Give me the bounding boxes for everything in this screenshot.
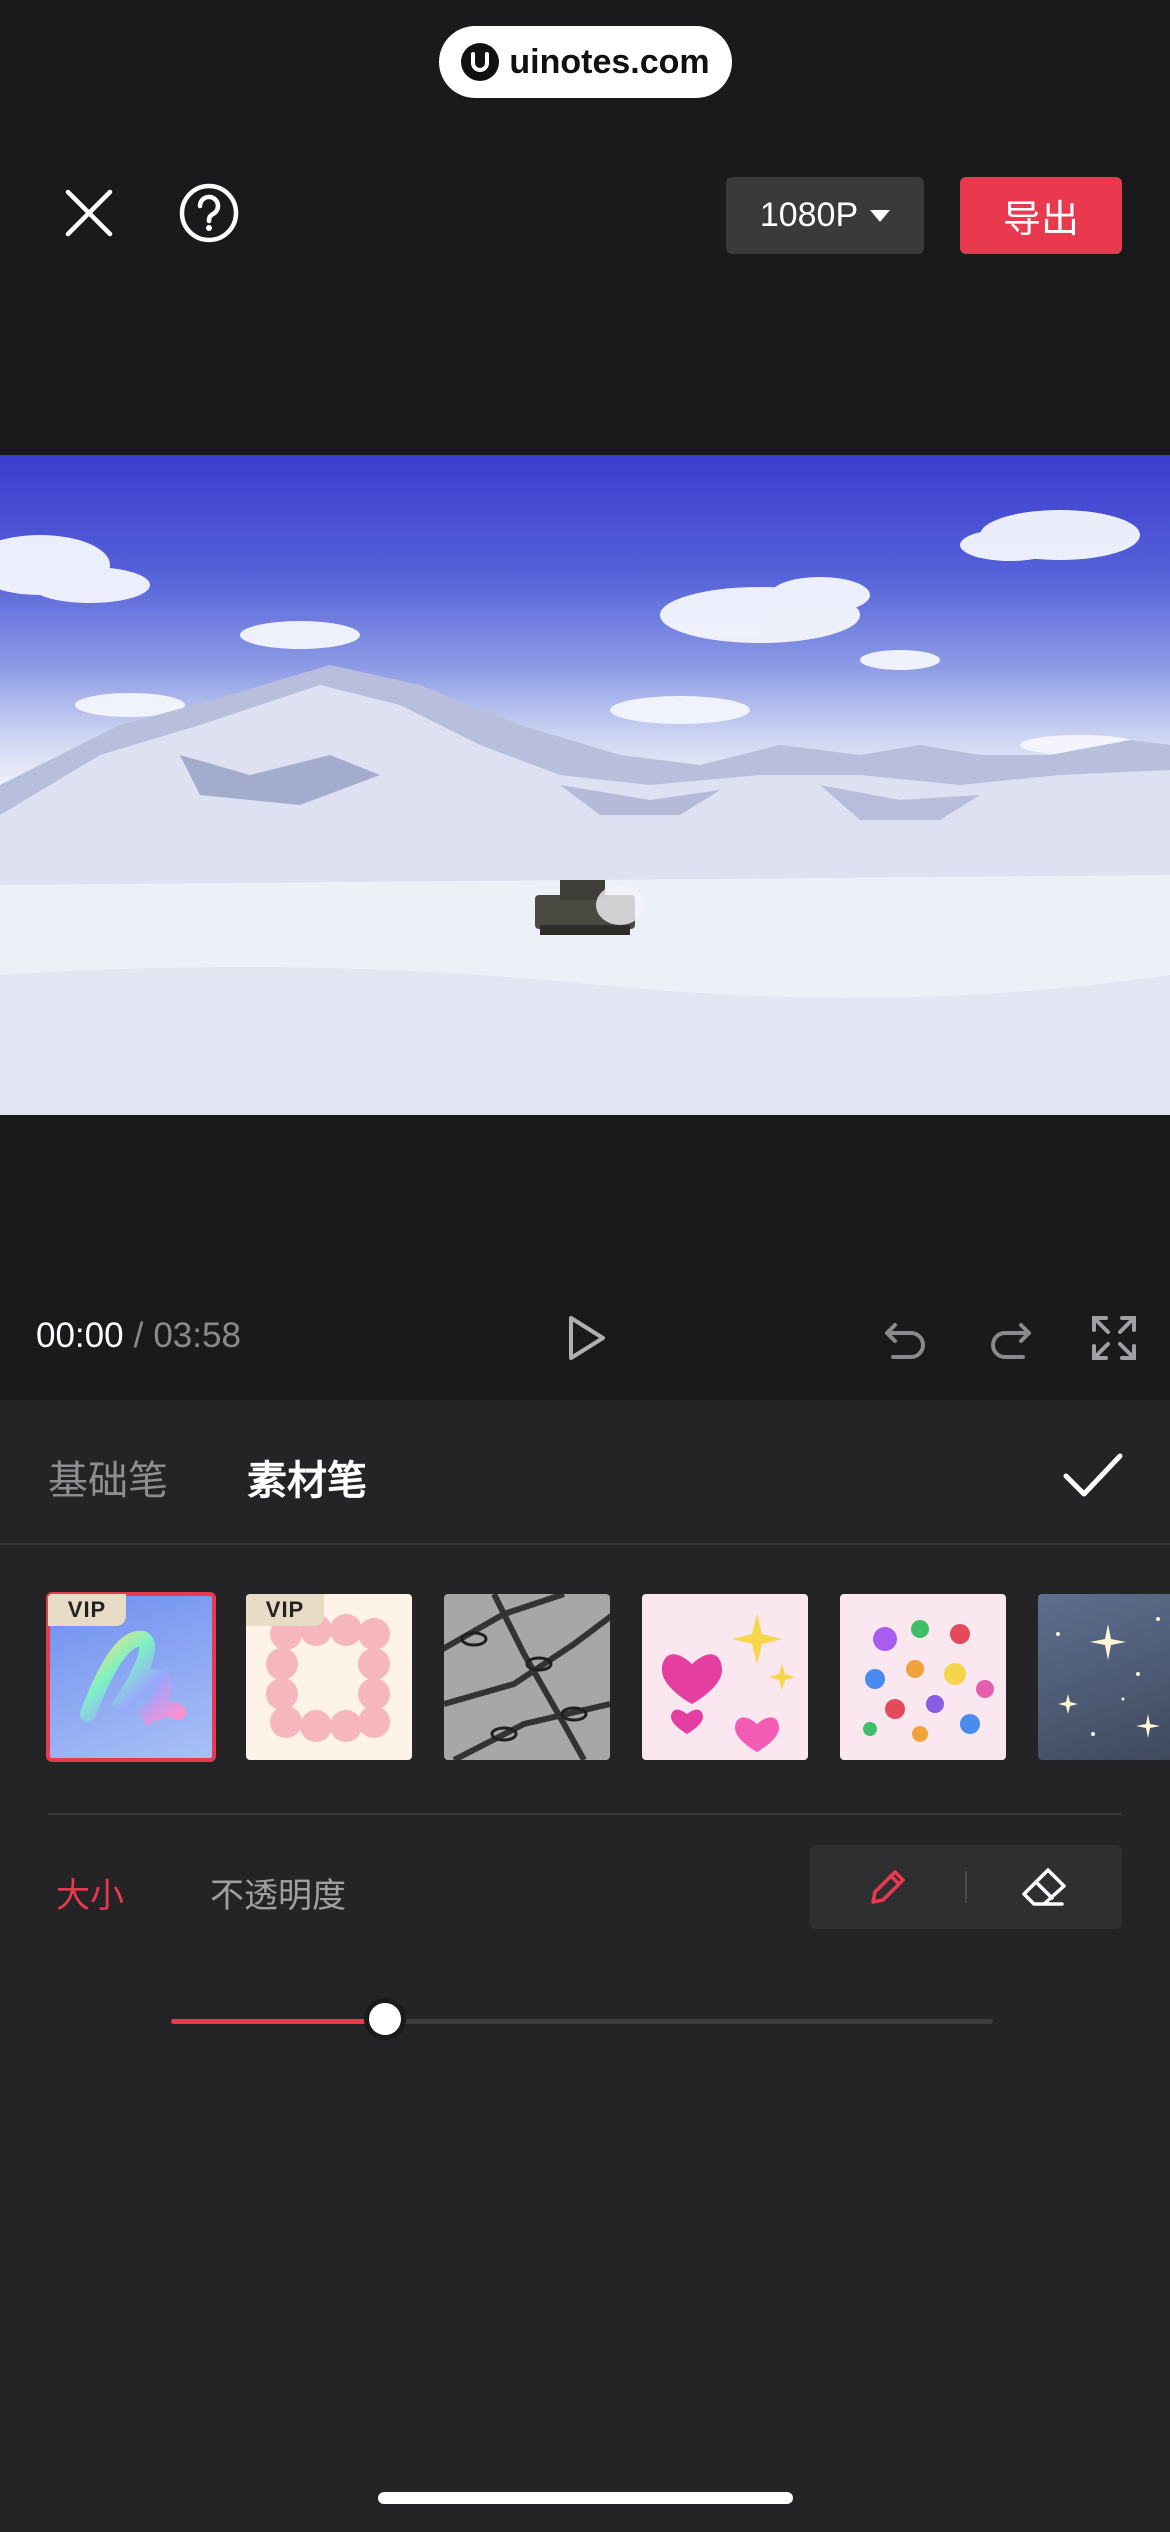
size-slider-fill [171,2019,385,2024]
redo-icon [991,1323,1031,1359]
draw-tool-toggle [810,1845,1122,1929]
material-item[interactable] [840,1594,1006,1760]
tab-basic-brush[interactable]: 基础笔 [48,1448,168,1506]
starry-glitter-icon [1056,1617,1160,1738]
material-item[interactable] [1038,1594,1170,1760]
emoji-confetti-icon [863,1620,994,1742]
help-button[interactable] [176,180,242,246]
eraser-icon [1022,1868,1067,1906]
material-item[interactable]: VIP [246,1594,412,1760]
uinotes-logo-icon [461,43,500,81]
video-frame-image [0,510,1170,1115]
watermark-text: uinotes.com [509,42,710,81]
checkmark-icon [1063,1453,1123,1497]
undo-button[interactable] [876,1308,936,1368]
redo-button[interactable] [980,1308,1040,1368]
watermark-badge: uinotes.com [439,26,732,98]
close-button[interactable] [56,180,122,246]
material-item[interactable] [444,1594,610,1760]
play-icon [569,1316,605,1360]
material-item[interactable] [642,1594,808,1760]
resolution-value: 1080P [759,196,859,234]
help-icon [179,183,239,243]
chevron-down-icon [870,209,891,222]
time-separator: / [133,1316,144,1355]
pen-tool-button[interactable] [810,1845,965,1929]
heart-sparkles-icon [662,1614,795,1752]
total-duration: 03:58 [153,1316,241,1355]
confirm-button[interactable] [1058,1440,1128,1510]
export-button[interactable]: 导出 [960,177,1122,254]
play-button[interactable] [556,1308,616,1368]
size-slider-handle[interactable] [363,1998,406,2040]
tab-material-brush[interactable]: 素材笔 [247,1448,367,1506]
fullscreen-icon [1092,1316,1136,1360]
panel-divider [0,1543,1170,1545]
eraser-tool-button[interactable] [967,1845,1122,1929]
home-indicator [378,2492,793,2504]
vip-badge: VIP [48,1594,126,1626]
thumbnail-divider [48,1813,1122,1815]
current-time: 00:00 [36,1316,124,1355]
pencil-icon [870,1870,905,1904]
chain-icon [444,1594,610,1760]
brush-panel [0,1400,1170,2532]
tab-opacity[interactable]: 不透明度 [210,1868,346,1917]
tab-size[interactable]: 大小 [56,1868,124,1917]
undo-icon [885,1323,925,1359]
fullscreen-button[interactable] [1084,1308,1144,1368]
material-item[interactable]: VIP [46,1592,216,1762]
resolution-dropdown[interactable]: 1080P [726,177,924,254]
vip-badge: VIP [246,1594,324,1626]
video-preview[interactable] [0,455,1170,1115]
playback-time: 00:00/03:58 [36,1316,241,1356]
close-icon [65,189,113,237]
